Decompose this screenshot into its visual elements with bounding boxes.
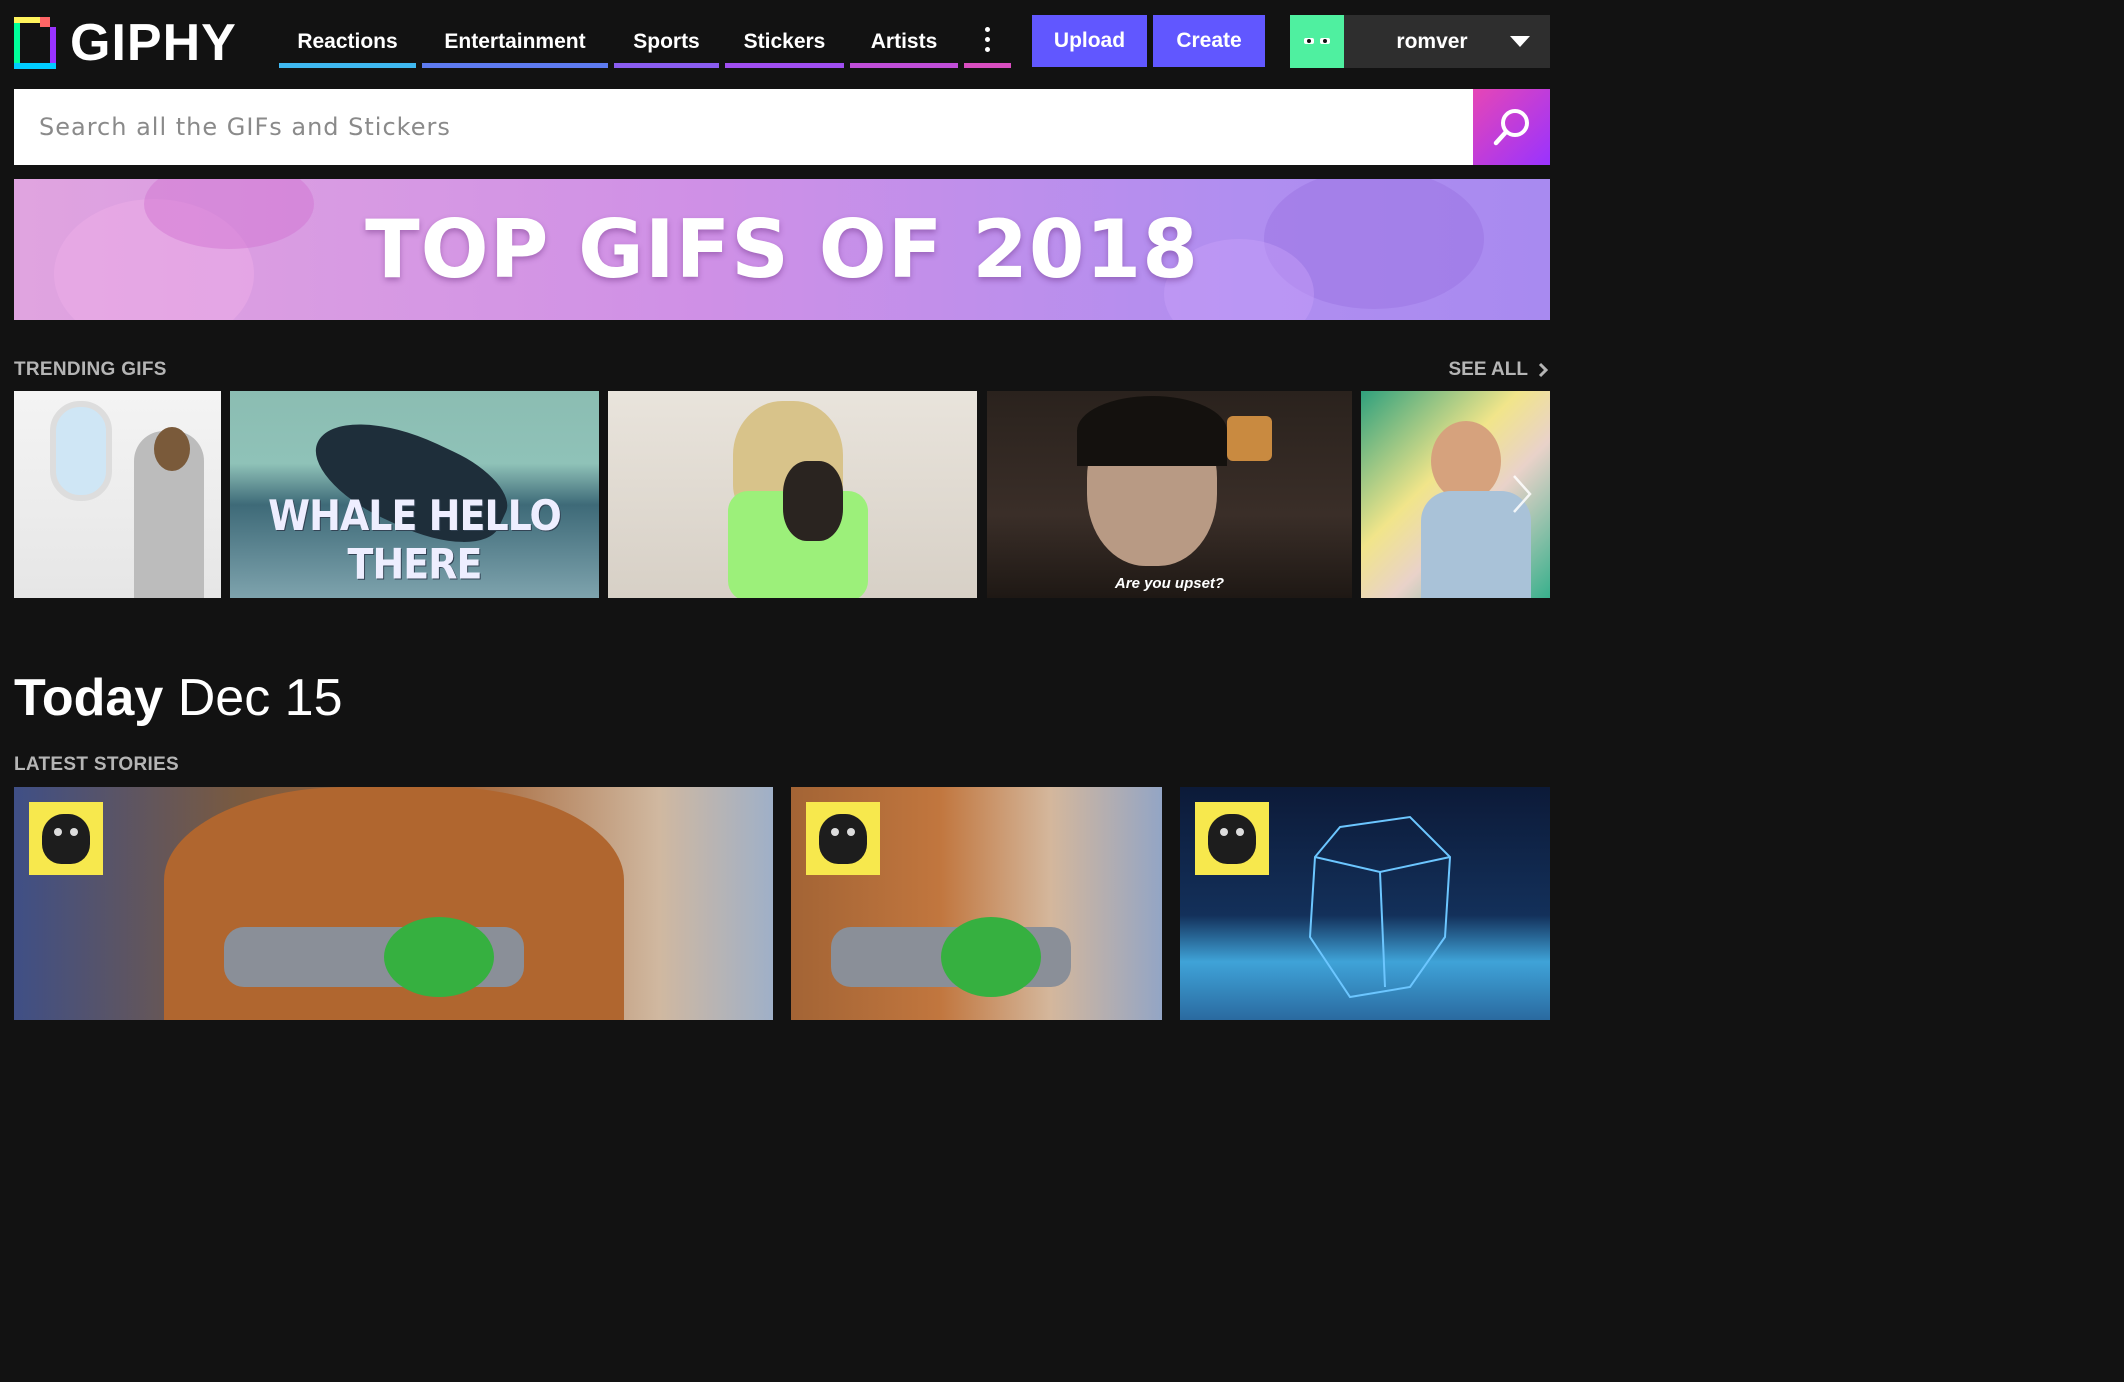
author-avatar[interactable] [1195, 802, 1269, 875]
pug-icon [1208, 813, 1256, 864]
nav-underline [422, 63, 608, 68]
nav-underline [279, 63, 416, 68]
see-all-link[interactable]: SEE ALL [1448, 359, 1548, 381]
story-card[interactable] [14, 787, 773, 1020]
chevron-right-icon [1538, 362, 1548, 378]
nav-item-artists[interactable]: Artists [850, 15, 958, 68]
gif-caption: Are you upset? [1114, 575, 1225, 592]
trending-label: TRENDING GIFS [14, 359, 167, 380]
upload-button[interactable]: Upload [1032, 15, 1147, 67]
today-label: Today [14, 669, 164, 727]
today-date: Dec 15 [177, 669, 343, 727]
create-button[interactable]: Create [1153, 15, 1265, 67]
latest-stories-label: LATEST STORIES [14, 754, 180, 775]
nav-underline [964, 63, 1011, 68]
more-vertical-icon [985, 27, 990, 52]
main-nav: Reactions Entertainment Sports Stickers … [279, 15, 1017, 68]
trending-gif[interactable]: WHALE HELLO THERE [230, 391, 599, 598]
trending-gif[interactable]: Are you upset? [987, 391, 1352, 598]
caret-down-icon [1510, 36, 1530, 47]
nav-item-label: Entertainment [444, 29, 586, 53]
nav-item-reactions[interactable]: Reactions [279, 15, 416, 68]
nav-underline [850, 63, 958, 68]
top-gifs-banner[interactable]: TOP GIFS OF 2018 [14, 179, 1550, 320]
trending-gif[interactable] [14, 391, 221, 598]
chevron-right-icon [1513, 475, 1532, 513]
nav-underline [614, 63, 719, 68]
search-input[interactable] [14, 89, 1473, 165]
nav-item-label: Reactions [297, 29, 398, 53]
nav-item-stickers[interactable]: Stickers [725, 15, 844, 68]
user-menu[interactable]: romver [1290, 15, 1550, 68]
nav-item-label: Stickers [743, 29, 826, 53]
carousel-next-button[interactable] [1502, 470, 1542, 518]
brand-name: GIPHY [70, 14, 237, 72]
nav-more-button[interactable] [964, 15, 1011, 68]
pug-icon [42, 813, 90, 864]
nav-item-entertainment[interactable]: Entertainment [422, 15, 608, 68]
pug-icon [819, 813, 867, 864]
search-button[interactable] [1473, 89, 1550, 165]
search-icon [1493, 109, 1529, 146]
nav-underline [725, 63, 844, 68]
giphy-logo[interactable]: GIPHY [14, 17, 237, 69]
username: romver [1396, 29, 1468, 53]
giphy-logo-icon [14, 17, 56, 69]
gif-caption: WHALE HELLO THERE [268, 491, 562, 589]
today-heading: Today Dec 15 [14, 668, 343, 728]
nav-item-label: Artists [870, 29, 938, 53]
story-card[interactable] [791, 787, 1162, 1020]
nav-item-sports[interactable]: Sports [614, 15, 719, 68]
banner-title: TOP GIFS OF 2018 [365, 203, 1199, 296]
author-avatar[interactable] [29, 802, 103, 875]
avatar [1290, 15, 1344, 68]
see-all-label: SEE ALL [1448, 359, 1528, 380]
search-bar [14, 89, 1550, 165]
trending-gif[interactable] [608, 391, 977, 598]
nav-item-label: Sports [633, 29, 700, 53]
story-card[interactable] [1180, 787, 1550, 1020]
author-avatar[interactable] [806, 802, 880, 875]
